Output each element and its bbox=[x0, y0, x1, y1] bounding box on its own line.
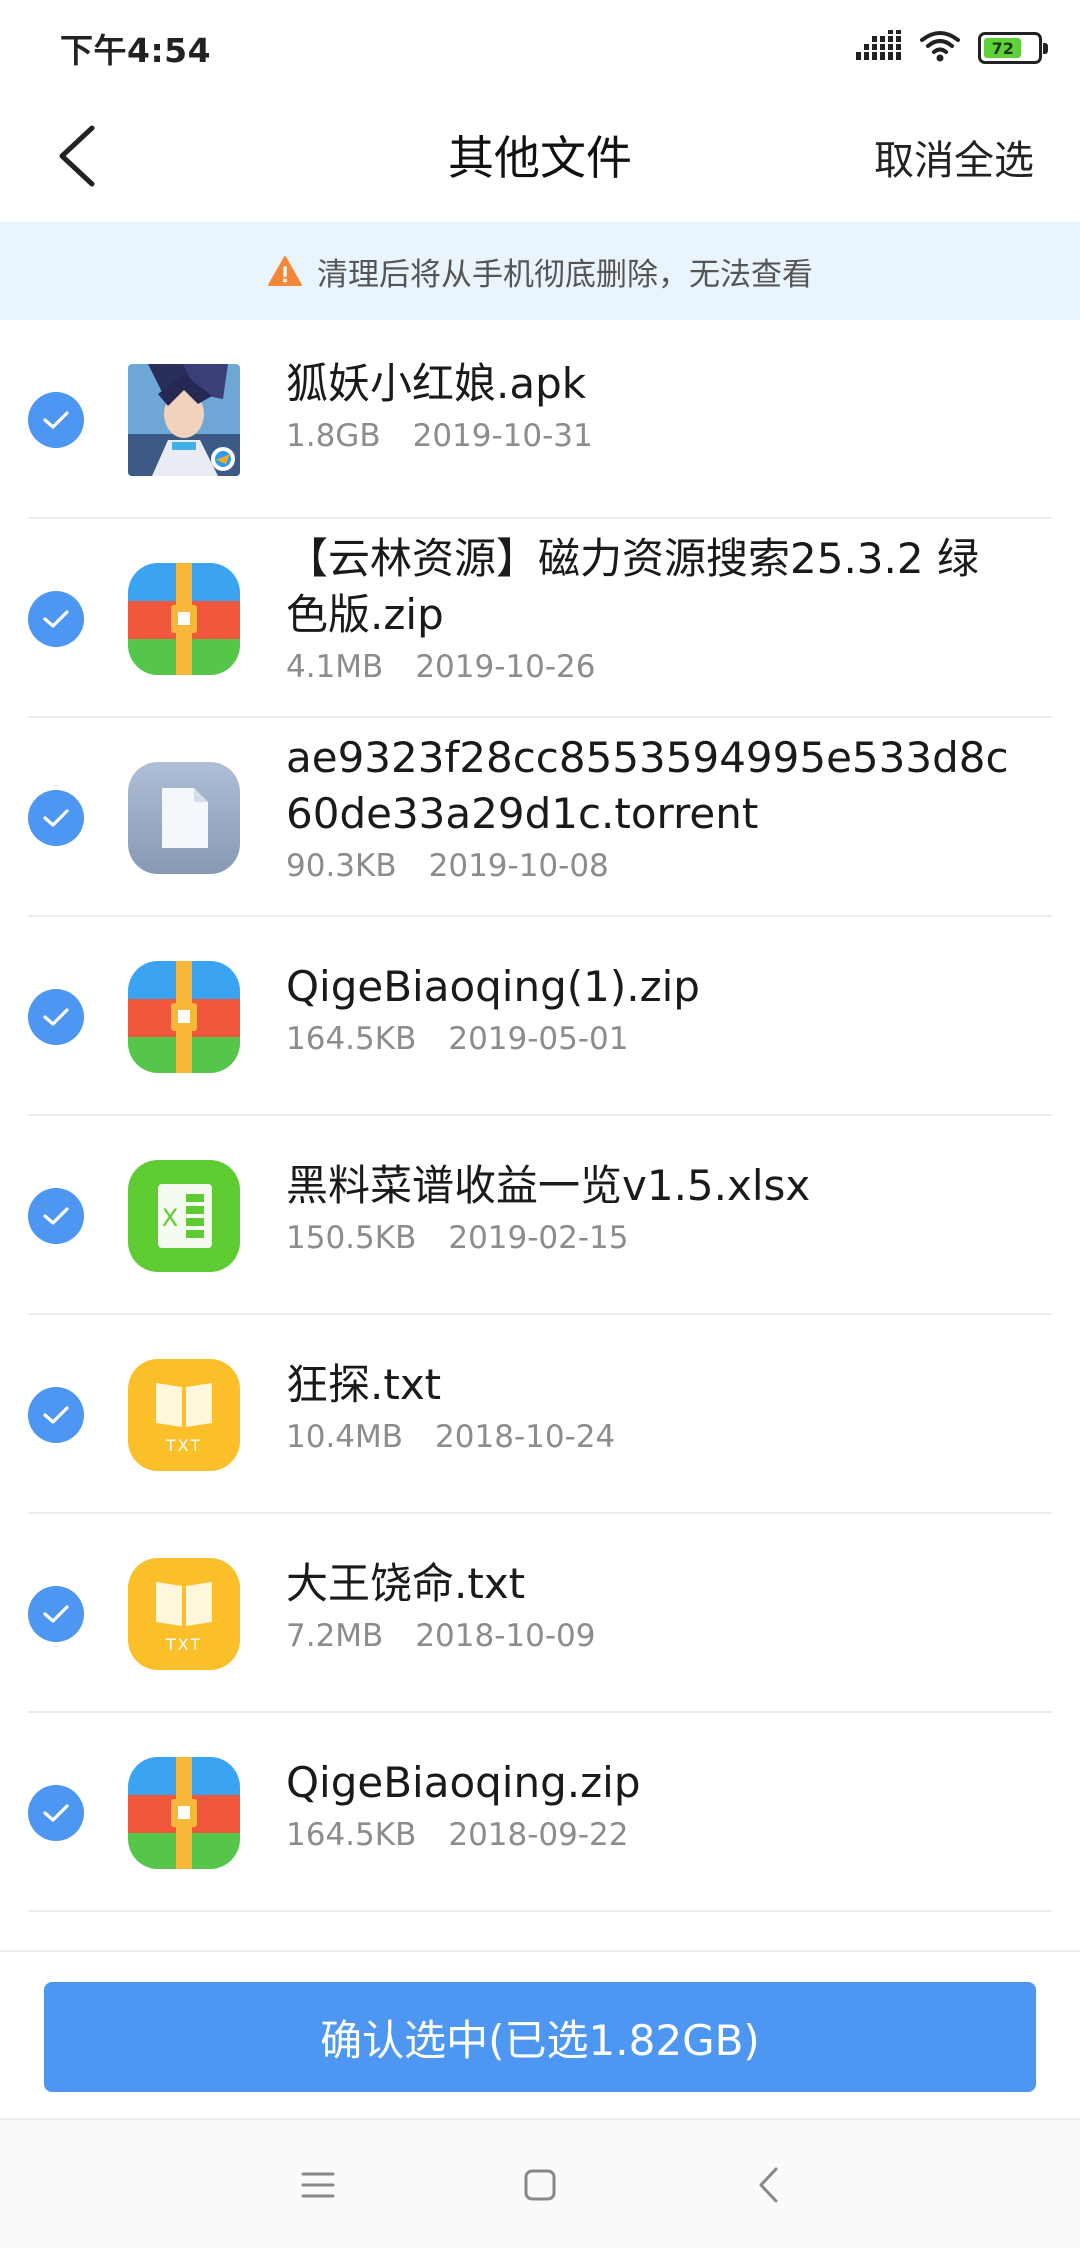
file-date: 2019-10-08 bbox=[428, 848, 609, 884]
checkmark-icon bbox=[43, 1406, 69, 1424]
file-date: 2018-10-09 bbox=[415, 1618, 596, 1654]
file-info: 【云林资源】磁力资源搜索25.3.2 绿色版.zip 4.1MB 2019-10-… bbox=[286, 531, 1020, 685]
battery-level: 72 bbox=[984, 38, 1022, 58]
checkmark-icon bbox=[43, 411, 69, 429]
checkmark-icon bbox=[43, 610, 69, 628]
txt-icon: TXT bbox=[128, 1558, 240, 1670]
checkbox-checked[interactable] bbox=[28, 1387, 84, 1443]
file-info: ae9323f28cc8553594995e533d8c60de33a29d1c… bbox=[286, 730, 1020, 884]
checkmark-icon bbox=[43, 1008, 69, 1026]
menu-icon bbox=[301, 2172, 335, 2198]
file-size: 90.3KB bbox=[286, 848, 397, 884]
warning-banner: 清理后将从手机彻底删除，无法查看 bbox=[0, 222, 1080, 320]
file-name: QigeBiaoqing.zip bbox=[286, 1758, 641, 1807]
file-size: 10.4MB bbox=[286, 1419, 404, 1455]
file-row[interactable]: X 黑料菜谱收益一览v1.5.xlsx 150.5KB 2019-02-15 bbox=[0, 1116, 1080, 1315]
svg-text:X: X bbox=[162, 1204, 178, 1232]
file-date: 2019-05-01 bbox=[448, 1021, 629, 1057]
warning-triangle-icon bbox=[268, 256, 302, 286]
file-row[interactable]: 【云林资源】磁力资源搜索25.3.2 绿色版.zip 4.1MB 2019-10-… bbox=[0, 519, 1080, 718]
file-date: 2019-10-26 bbox=[415, 649, 596, 685]
svg-text:TXT: TXT bbox=[165, 1635, 202, 1654]
file-row[interactable]: QigeBiaoqing.zip 164.5KB 2018-09-22 bbox=[0, 1713, 1080, 1912]
status-icons: 72 bbox=[856, 30, 1048, 66]
app-thumbnail-icon bbox=[128, 364, 240, 476]
checkmark-icon bbox=[43, 1804, 69, 1822]
file-date: 2019-02-15 bbox=[448, 1220, 629, 1256]
checkbox-checked[interactable] bbox=[28, 1586, 84, 1642]
svg-text:TXT: TXT bbox=[165, 1436, 202, 1455]
wifi-icon bbox=[920, 30, 960, 66]
file-size: 1.8GB bbox=[286, 418, 381, 454]
checkbox-checked[interactable] bbox=[28, 392, 84, 448]
file-size: 164.5KB bbox=[286, 1021, 417, 1057]
file-size: 7.2MB bbox=[286, 1618, 384, 1654]
file-row[interactable]: ae9323f28cc8553594995e533d8c60de33a29d1c… bbox=[0, 718, 1080, 917]
checkmark-icon bbox=[43, 1605, 69, 1623]
file-row[interactable]: QigeBiaoqing(1).zip 164.5KB 2019-05-01 bbox=[0, 917, 1080, 1116]
file-name: 狂探.txt bbox=[286, 1360, 442, 1409]
battery-icon: 72 bbox=[978, 32, 1048, 64]
zip-icon bbox=[128, 1757, 240, 1869]
file-name: 狐妖小红娘.apk bbox=[286, 359, 587, 408]
home-icon bbox=[524, 2169, 556, 2201]
status-bar: 下午4:54 72 bbox=[0, 0, 1080, 90]
file-info: 狂探.txt 10.4MB 2018-10-24 bbox=[286, 1357, 1020, 1455]
system-nav-bar bbox=[0, 2118, 1080, 2248]
menu-button[interactable] bbox=[278, 2150, 358, 2220]
battery-percent: 72 bbox=[991, 38, 1014, 58]
divider bbox=[28, 1910, 1052, 1912]
checkbox-checked[interactable] bbox=[28, 591, 84, 647]
excel-icon: X bbox=[128, 1160, 240, 1272]
checkmark-icon bbox=[43, 809, 69, 827]
file-info: QigeBiaoqing.zip 164.5KB 2018-09-22 bbox=[286, 1755, 1020, 1853]
checkbox-checked[interactable] bbox=[28, 1785, 84, 1841]
file-row[interactable]: TXT 狂探.txt 10.4MB 2018-10-24 bbox=[0, 1315, 1080, 1514]
file-info: 黑料菜谱收益一览v1.5.xlsx 150.5KB 2019-02-15 bbox=[286, 1158, 1020, 1256]
file-list: 狐妖小红娘.apk 1.8GB 2019-10-31 【云林资源】磁力资源搜索25… bbox=[0, 320, 1080, 1912]
file-date: 2019-10-31 bbox=[412, 418, 593, 454]
home-button[interactable] bbox=[500, 2150, 580, 2220]
back-icon bbox=[759, 2167, 778, 2203]
file-info: 狐妖小红娘.apk 1.8GB 2019-10-31 bbox=[286, 356, 1020, 454]
file-date: 2018-10-24 bbox=[435, 1419, 616, 1455]
file-size: 4.1MB bbox=[286, 649, 384, 685]
txt-icon: TXT bbox=[128, 1359, 240, 1471]
checkmark-icon bbox=[43, 1207, 69, 1225]
file-name: 黑料菜谱收益一览v1.5.xlsx bbox=[286, 1161, 811, 1210]
checkbox-checked[interactable] bbox=[28, 790, 84, 846]
file-size: 150.5KB bbox=[286, 1220, 417, 1256]
confirm-bar: 确认选中(已选1.82GB) bbox=[0, 1950, 1080, 2118]
file-name: QigeBiaoqing(1).zip bbox=[286, 962, 700, 1011]
file-info: 大王饶命.txt 7.2MB 2018-10-09 bbox=[286, 1556, 1020, 1654]
zip-icon bbox=[128, 563, 240, 675]
file-row[interactable]: 狐妖小红娘.apk 1.8GB 2019-10-31 bbox=[0, 320, 1080, 519]
checkbox-checked[interactable] bbox=[28, 1188, 84, 1244]
file-name: 【云林资源】磁力资源搜索25.3.2 绿色版.zip bbox=[286, 534, 979, 639]
warning-text: 清理后将从手机彻底删除，无法查看 bbox=[317, 256, 813, 293]
file-info: QigeBiaoqing(1).zip 164.5KB 2019-05-01 bbox=[286, 959, 1020, 1057]
file-date: 2018-09-22 bbox=[448, 1817, 629, 1853]
file-size: 164.5KB bbox=[286, 1817, 417, 1853]
signal-icon bbox=[856, 30, 902, 66]
nav-back-button[interactable] bbox=[728, 2150, 808, 2220]
zip-icon bbox=[128, 961, 240, 1073]
file-row[interactable]: TXT 大王饶命.txt 7.2MB 2018-10-09 bbox=[0, 1514, 1080, 1713]
checkbox-checked[interactable] bbox=[28, 989, 84, 1045]
header: 其他文件 取消全选 bbox=[0, 90, 1080, 222]
deselect-all-button[interactable]: 取消全选 bbox=[874, 128, 1034, 186]
status-time: 下午4:54 bbox=[60, 31, 212, 70]
file-name: ae9323f28cc8553594995e533d8c60de33a29d1c… bbox=[286, 733, 1009, 838]
confirm-selection-button[interactable]: 确认选中(已选1.82GB) bbox=[44, 1982, 1036, 2092]
document-icon bbox=[128, 762, 240, 874]
file-name: 大王饶命.txt bbox=[286, 1559, 526, 1608]
